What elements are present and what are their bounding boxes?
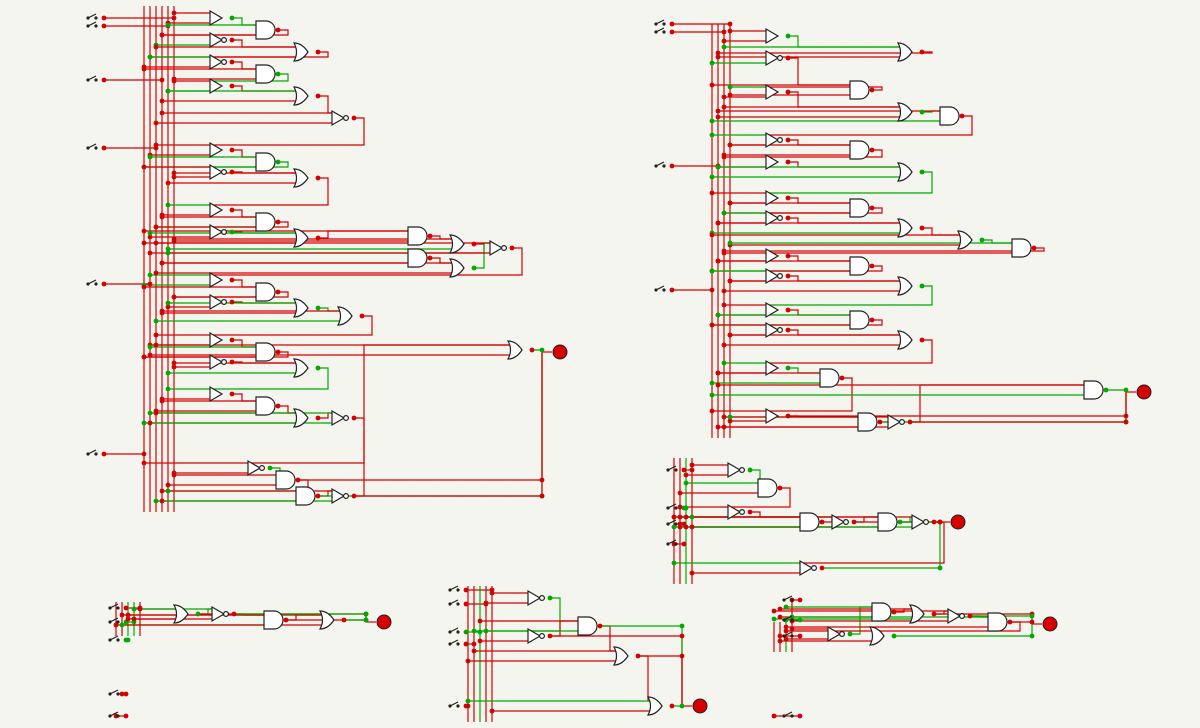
gate-and[interactable]	[264, 611, 283, 629]
gate-and[interactable]	[850, 141, 869, 159]
gate-and[interactable]	[858, 413, 877, 431]
gate-and[interactable]	[820, 369, 839, 387]
gate-and[interactable]	[256, 213, 275, 231]
gate-and[interactable]	[988, 613, 1007, 631]
gate-and[interactable]	[850, 199, 869, 217]
gate-and[interactable]	[800, 513, 819, 531]
gate-and[interactable]	[256, 153, 275, 171]
output-indicator	[1137, 385, 1151, 399]
gate-and[interactable]	[408, 227, 427, 245]
gate-and[interactable]	[850, 81, 869, 99]
gate-and[interactable]	[256, 343, 275, 361]
gate-and[interactable]	[940, 107, 959, 125]
gate-and[interactable]	[878, 513, 897, 531]
gate-and[interactable]	[872, 603, 891, 621]
output-indicator	[553, 345, 567, 359]
gate-and[interactable]	[1084, 381, 1103, 399]
output-indicator	[1043, 617, 1057, 631]
output-indicator	[377, 615, 391, 629]
gate-and[interactable]	[256, 21, 275, 39]
schematic-canvas[interactable]	[0, 0, 1200, 728]
output-indicator	[693, 699, 707, 713]
output-indicator	[951, 515, 965, 529]
gate-and[interactable]	[256, 397, 275, 415]
gate-and[interactable]	[758, 479, 777, 497]
gate-and[interactable]	[850, 257, 869, 275]
gate-and[interactable]	[256, 65, 275, 83]
gate-and[interactable]	[408, 249, 427, 267]
gate-and[interactable]	[1012, 239, 1031, 257]
gate-and[interactable]	[256, 283, 275, 301]
gate-and[interactable]	[276, 471, 295, 489]
gate-and[interactable]	[578, 617, 597, 635]
gate-and[interactable]	[296, 487, 315, 505]
gate-and[interactable]	[850, 311, 869, 329]
